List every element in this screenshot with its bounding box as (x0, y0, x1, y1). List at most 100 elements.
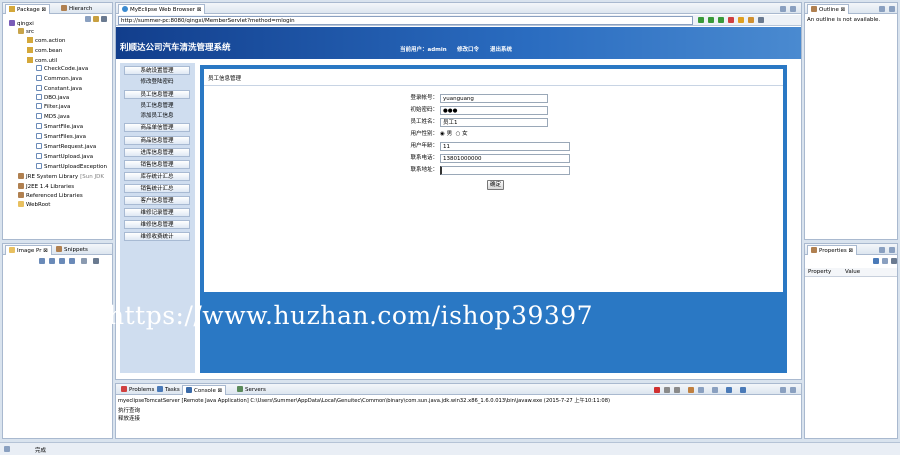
tree-item[interactable]: Common.java (36, 75, 82, 84)
tree-item[interactable]: JRE System Library [Sun JDK (18, 173, 104, 182)
display-console-icon[interactable] (726, 387, 732, 393)
tree-item[interactable]: WebRoot (18, 201, 50, 210)
back-icon[interactable] (708, 17, 714, 23)
password-field[interactable]: ●●● (440, 106, 548, 115)
problems-icon (121, 386, 127, 392)
tab-hierarchy[interactable]: Hierarch (58, 4, 95, 14)
change-password-link[interactable]: 修改口令 (457, 45, 479, 53)
menu-subitem[interactable]: 添加员工信息 (124, 112, 190, 121)
menu-item[interactable]: 进库信息管理 (124, 148, 190, 157)
categories-icon[interactable] (873, 258, 879, 264)
tab-outline[interactable]: Outline ⊠ (807, 4, 850, 14)
tree-item[interactable]: SmartUpload.java (36, 153, 93, 162)
scroll-lock-icon[interactable] (698, 387, 704, 393)
java-file-icon (36, 113, 42, 119)
menu-item[interactable]: 维修信息管理 (124, 220, 190, 229)
username-field[interactable]: yuanguang (440, 94, 548, 103)
minimize-icon[interactable] (879, 6, 885, 12)
menu-item[interactable]: 员工信息管理 (124, 90, 190, 99)
tree-item-label: Referenced Libraries (26, 193, 83, 199)
tree-item[interactable]: SmartRequest.java (36, 143, 96, 152)
breadcrumb: 员工信息管理 (208, 76, 242, 82)
tree-item[interactable]: CheckCode.java (36, 65, 88, 74)
tab-image-preview[interactable]: Image Pr ⊠ (5, 245, 52, 255)
tab-console[interactable]: Console ⊠ (182, 385, 227, 395)
tree-item[interactable]: SmartFiles.java (36, 133, 86, 142)
tree-item[interactable]: com.bean (27, 47, 62, 56)
menu-item[interactable]: 客户信息管理 (124, 196, 190, 205)
address-bar: http://summer-pc:8080/qingxi/MemberServl… (116, 15, 801, 26)
tree-item[interactable]: J2EE 1.4 Libraries (18, 183, 74, 192)
zoom-reset-icon[interactable] (69, 258, 75, 264)
remove-launch-icon[interactable] (664, 387, 670, 393)
tree-item[interactable]: SmartFile.java (36, 123, 83, 132)
remove-all-icon[interactable] (674, 387, 680, 393)
tree-item[interactable]: DBO.java (36, 94, 69, 103)
view-menu-icon[interactable] (93, 258, 99, 264)
menu-item[interactable]: 商品单信管理 (124, 123, 190, 132)
zoom-fit-icon[interactable] (39, 258, 45, 264)
refresh-icon[interactable] (738, 17, 744, 23)
tab-snippets[interactable]: Snippets (53, 245, 91, 255)
clear-console-icon[interactable] (688, 387, 694, 393)
menu-item[interactable]: 商品信息管理 (124, 136, 190, 145)
terminate-icon[interactable] (654, 387, 660, 393)
realname-field[interactable]: 员工1 (440, 118, 548, 127)
package-icon (9, 6, 15, 12)
menu-item[interactable]: 销售统计汇总 (124, 184, 190, 193)
tree-item[interactable]: src (18, 28, 34, 37)
zoom-in-icon[interactable] (49, 258, 55, 264)
tree-item[interactable]: Filter.java (36, 103, 70, 112)
menu-item[interactable]: 维修收费统计 (124, 232, 190, 241)
col-property[interactable]: Property (808, 269, 831, 275)
zoom-out-icon[interactable] (59, 258, 65, 264)
tree-item[interactable]: com.action (27, 37, 65, 46)
tree-item[interactable]: SmartUploadException (36, 163, 107, 172)
open-console-icon[interactable] (740, 387, 746, 393)
advanced-icon[interactable] (882, 258, 888, 264)
submit-button[interactable]: 确定 (487, 180, 504, 190)
tree-item[interactable]: Constant.java (36, 85, 82, 94)
tree-item[interactable]: Referenced Libraries (18, 192, 83, 201)
address-field[interactable] (440, 166, 570, 175)
menu-item[interactable]: 维修记录管理 (124, 208, 190, 217)
maximize-icon[interactable] (889, 6, 895, 12)
view-menu-icon[interactable] (891, 258, 897, 264)
tab-problems[interactable]: Problems (118, 385, 157, 395)
tab-servers[interactable]: Servers (234, 385, 269, 395)
menu-subitem[interactable]: 修改登陆密码 (124, 78, 190, 87)
url-input[interactable]: http://summer-pc:8080/qingxi/MemberServl… (118, 16, 693, 25)
tree-item[interactable]: MD5.java (36, 113, 70, 122)
menu-item[interactable]: 销售信息管理 (124, 160, 190, 169)
home-icon[interactable] (748, 17, 754, 23)
minimize-icon[interactable] (879, 247, 885, 253)
age-label: 用户年龄： (410, 143, 438, 149)
stop-icon[interactable] (728, 17, 734, 23)
settings-icon[interactable] (758, 17, 764, 23)
outline-panel: Outline ⊠ An outline is not available. (804, 2, 898, 240)
grid-icon[interactable] (81, 258, 87, 264)
age-field[interactable]: 11 (440, 142, 570, 151)
console-icon (186, 387, 192, 393)
menu-item[interactable]: 库存统计汇总 (124, 172, 190, 181)
phone-field[interactable]: 13801000000 (440, 154, 570, 163)
radio-female-label: 女 (462, 131, 468, 137)
pin-console-icon[interactable] (712, 387, 718, 393)
tab-package-explorer[interactable]: Package ⊠ (5, 4, 51, 14)
menu-subitem[interactable]: 员工信息管理 (124, 102, 190, 111)
menu-item[interactable]: 系统设置管理 (124, 66, 190, 75)
tab-web-browser[interactable]: MyEclipse Web Browser ⊠ (118, 4, 206, 14)
minimize-icon[interactable] (780, 6, 786, 12)
maximize-icon[interactable] (889, 247, 895, 253)
tab-properties[interactable]: Properties ⊠ (807, 245, 858, 255)
go-icon[interactable] (698, 17, 704, 23)
browser-tabbar: MyEclipse Web Browser ⊠ (116, 3, 801, 14)
maximize-icon[interactable] (790, 387, 796, 393)
logout-link[interactable]: 退出系统 (490, 45, 512, 53)
col-value[interactable]: Value (845, 269, 860, 275)
tab-tasks[interactable]: Tasks (154, 385, 183, 395)
forward-icon[interactable] (718, 17, 724, 23)
maximize-icon[interactable] (790, 6, 796, 12)
tree-item-label: J2EE 1.4 Libraries (26, 184, 75, 190)
minimize-icon[interactable] (780, 387, 786, 393)
